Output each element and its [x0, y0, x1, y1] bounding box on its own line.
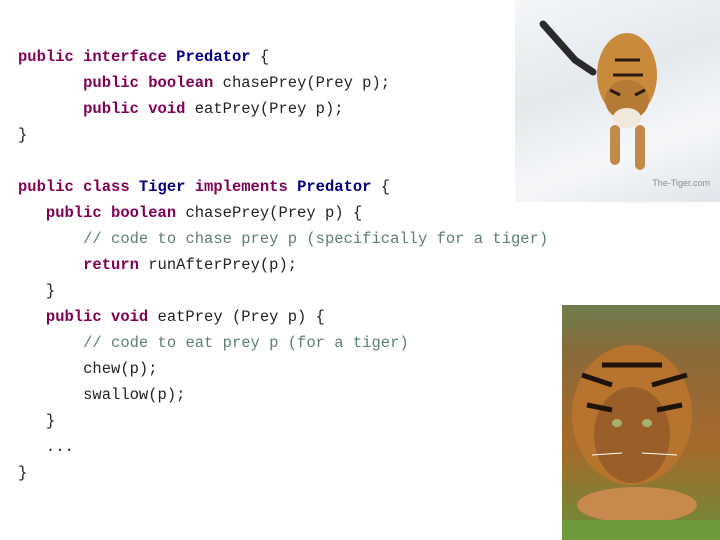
code-comment: // code to eat prey p (for a tiger) — [83, 334, 409, 352]
code-keyword: public void — [45, 308, 158, 326]
code-type-name: Tiger — [138, 178, 195, 196]
code-text: chew(p); — [18, 360, 158, 378]
code-text: { — [250, 48, 270, 66]
code-line: // code to eat prey p (for a tiger) — [18, 330, 548, 356]
code-line: } — [18, 408, 548, 434]
code-type-name: Predator — [176, 48, 251, 66]
tiger-snow-image: The-Tiger.com — [515, 0, 720, 202]
code-line: return runAfterPrey(p); — [18, 252, 548, 278]
code-line: public class Tiger implements Predator { — [18, 174, 548, 200]
code-line: ... — [18, 434, 548, 460]
code-text: } — [18, 126, 28, 144]
code-line: // code to chase prey p (specifically fo… — [18, 226, 548, 252]
tiger-running-illustration — [539, 20, 657, 170]
code-keyword: public class — [18, 178, 139, 196]
code-text: runAfterPrey(p); — [148, 256, 298, 274]
code-keyword: implements — [194, 178, 298, 196]
code-keyword: return — [83, 256, 149, 274]
code-line: public void eatPrey(Prey p); — [18, 96, 548, 122]
code-text: } — [18, 282, 56, 300]
code-keyword: public boolean — [83, 74, 223, 92]
code-text: eatPrey(Prey p); — [194, 100, 344, 118]
code-line: chew(p); — [18, 356, 548, 382]
code-keyword: public interface — [18, 48, 177, 66]
code-text: { — [371, 178, 391, 196]
image-watermark: The-Tiger.com — [652, 178, 710, 188]
code-text: } — [18, 412, 56, 430]
code-line: public interface Predator { — [18, 44, 548, 70]
code-line: } — [18, 122, 548, 148]
code-text: } — [18, 464, 28, 482]
code-keyword: public void — [83, 100, 195, 118]
code-text: swallow(p); — [18, 386, 186, 404]
code-comment: // code to chase prey p (specifically fo… — [83, 230, 549, 248]
code-type-name: Predator — [297, 178, 372, 196]
code-line: } — [18, 278, 548, 304]
code-line: public boolean chasePrey(Prey p) { — [18, 200, 548, 226]
code-line: public boolean chasePrey(Prey p); — [18, 70, 548, 96]
code-text: chasePrey(Prey p) { — [185, 204, 363, 222]
code-text: ... — [18, 438, 74, 456]
code-keyword: public boolean — [45, 204, 186, 222]
code-line: } — [18, 460, 548, 486]
tiger-grass-image — [562, 305, 720, 540]
code-block: public interface Predator { public boole… — [18, 44, 548, 486]
code-line: swallow(p); — [18, 382, 548, 408]
code-line: public void eatPrey (Prey p) { — [18, 304, 548, 330]
tiger-crouching-illustration — [562, 345, 720, 540]
code-text: eatPrey (Prey p) { — [157, 308, 325, 326]
code-text: chasePrey(Prey p); — [222, 74, 391, 92]
